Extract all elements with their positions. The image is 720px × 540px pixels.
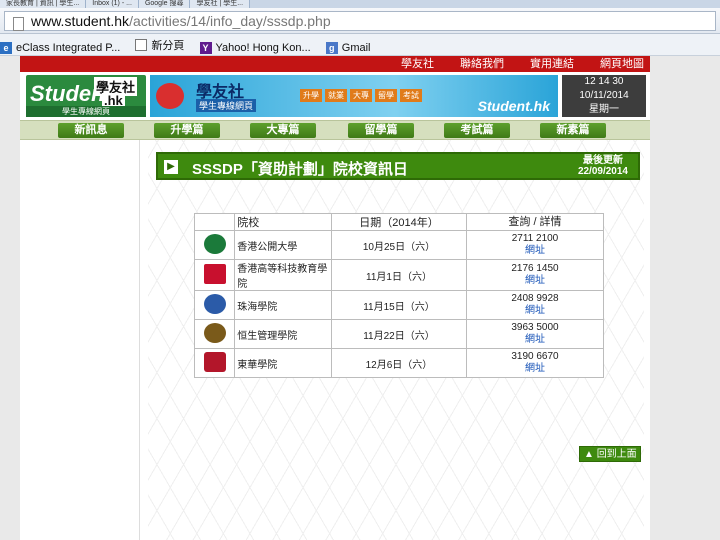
website-link[interactable]: 網址 xyxy=(467,334,603,346)
institution-name: 香港公開大學 xyxy=(234,230,332,260)
browser-tab[interactable]: 學友社 | 學生... xyxy=(190,0,251,8)
institution-name: 東華學院 xyxy=(234,348,332,378)
date-clock: 12 14 30 10/11/2014 星期一 xyxy=(562,75,646,117)
institution-name: 恒生管理學院 xyxy=(234,319,332,349)
website-link[interactable]: 網址 xyxy=(467,275,603,287)
arrow-right-icon: ▶ xyxy=(164,160,178,174)
info-day-date: 11月22日（六） xyxy=(330,319,467,349)
torch-icon xyxy=(156,83,184,109)
last-updated: 最後更新 22/09/2014 xyxy=(577,155,628,177)
browser-tab[interactable]: Google 搜尋 xyxy=(138,0,191,8)
banner-brand: Student.hk xyxy=(477,98,550,114)
column-header-institution: 院校 xyxy=(234,213,332,231)
page-icon xyxy=(135,39,148,51)
phone-number: 3190 6670 xyxy=(511,351,559,362)
info-day-date: 11月1日（六） xyxy=(330,259,467,291)
bookmark-new-tab[interactable]: 新分頁 xyxy=(135,34,184,56)
page-title: SSSDP「資助計劃」院校資訊日 xyxy=(192,161,408,178)
table-row: 珠海學院 11月15日（六） 2408 9928 網址 xyxy=(193,290,605,320)
browser-tab[interactable]: 家長教育 | 資訊 | 學生... xyxy=(0,0,87,8)
institution-logo xyxy=(203,351,226,372)
info-day-date: 10月25日（六） xyxy=(330,230,467,260)
table-row: 恒生管理學院 11月22日（六） 3963 5000 網址 xyxy=(193,319,605,349)
bookmarks-bar: e eClass Integrated P... 新分頁 Y Yahoo! Hong… xyxy=(0,34,720,56)
site-banner: Student 學友社 .hk 學生專線網頁 學友社 學生專線網頁 升學 就業 大專… xyxy=(20,72,650,120)
nav-further-study[interactable]: 升學篇 xyxy=(154,123,220,138)
url-path: /activities/14/info_day/sssdp.php xyxy=(129,13,331,29)
top-links-bar: 學友社 聯絡我們 實用連結 網頁地圖 xyxy=(20,56,650,72)
back-to-top-button[interactable]: ▲ 回到上面 xyxy=(579,446,641,462)
nav-study-abroad[interactable]: 留學篇 xyxy=(348,123,414,138)
main-nav: 新訊息 升學篇 大專篇 留學篇 考試篇 新素篇 xyxy=(20,120,650,140)
banner-steps: 升學 就業 大專 留學 考試 xyxy=(300,89,425,102)
info-day-date: 12月6日（六） xyxy=(330,348,467,378)
url-host: www.student.hk xyxy=(31,13,130,29)
info-day-date: 11月15日（六） xyxy=(330,290,467,320)
phone-number: 2711 2100 xyxy=(511,233,559,244)
logo-subtitle: 學生專線網頁 xyxy=(26,106,146,117)
nav-new[interactable]: 新素篇 xyxy=(540,123,606,138)
website-link[interactable]: 網址 xyxy=(467,305,603,317)
site-page: 學友社 聯絡我們 實用連結 網頁地圖 Student 學友社 .hk 學生專線網頁 學… xyxy=(20,56,650,540)
eclass-icon: e xyxy=(0,42,12,54)
institution-name: 珠海學院 xyxy=(234,290,332,320)
top-link[interactable]: 實用連結 xyxy=(530,58,574,70)
column-header-date: 日期（2014年） xyxy=(330,213,467,231)
phone-number: 2176 1450 xyxy=(511,263,559,274)
address-bar: www.student.hk/activities/14/info_day/ss… xyxy=(0,8,720,34)
nav-news[interactable]: 新訊息 xyxy=(58,123,124,138)
table-row: 東華學院 12月6日（六） 3190 6670 網址 xyxy=(193,348,605,378)
table-row: 香港公開大學 10月25日（六） 2711 2100 網址 xyxy=(193,230,605,260)
browser-tab[interactable]: Inbox (1) - ... xyxy=(86,0,139,8)
info-day-table: 院校 日期（2014年） 查詢 / 詳情 香港公開大學 10月25日（六） 27… xyxy=(193,213,605,378)
table-row: 香港高等科技教育學院 11月1日（六） 2176 1450 網址 xyxy=(193,259,605,291)
nav-tertiary[interactable]: 大專篇 xyxy=(250,123,316,138)
column-header-enquiry: 查詢 / 詳情 xyxy=(465,213,605,231)
sidebar xyxy=(20,140,140,540)
institution-logo xyxy=(203,263,226,284)
browser-tab-strip: 家長教育 | 資訊 | 學生... Inbox (1) - ... Google 搜… xyxy=(0,0,720,8)
main-content: ▶ SSSDP「資助計劃」院校資訊日 最後更新 22/09/2014 院校 日期… xyxy=(148,140,644,540)
page-gutter-left xyxy=(0,56,20,540)
institution-logo xyxy=(203,322,226,343)
site-logo[interactable]: Student 學友社 .hk 學生專線網頁 xyxy=(26,75,146,117)
page-icon xyxy=(13,17,24,31)
website-link[interactable]: 網址 xyxy=(467,363,603,375)
top-link[interactable]: 網頁地圖 xyxy=(600,58,644,70)
current-date: 10/11/2014 xyxy=(579,90,629,101)
website-link[interactable]: 網址 xyxy=(467,245,603,257)
banner-subtitle: 學生專線網頁 xyxy=(196,99,257,112)
institution-logo xyxy=(203,233,226,254)
yahoo-icon: Y xyxy=(199,42,212,54)
arrow-up-icon: ▲ xyxy=(584,449,597,460)
institution-logo xyxy=(203,293,226,314)
banner-advert[interactable]: 學友社 學生專線網頁 升學 就業 大專 留學 考試 Student.hk xyxy=(150,75,558,117)
phone-number: 3963 5000 xyxy=(511,322,559,333)
page-gutter-right xyxy=(650,56,720,540)
weekday: 星期一 xyxy=(589,104,619,115)
phone-number: 2408 9928 xyxy=(511,293,559,304)
clock-time: 12 14 30 xyxy=(584,76,624,87)
table-header-row: 院校 日期（2014年） 查詢 / 詳情 xyxy=(193,213,605,231)
google-icon: g xyxy=(325,42,338,54)
section-title-bar: ▶ SSSDP「資助計劃」院校資訊日 最後更新 22/09/2014 xyxy=(156,152,640,180)
nav-exams[interactable]: 考試篇 xyxy=(444,123,510,138)
url-input[interactable]: www.student.hk/activities/14/info_day/ss… xyxy=(4,11,716,31)
top-link[interactable]: 聯絡我們 xyxy=(460,58,504,70)
top-link[interactable]: 學友社 xyxy=(401,58,434,70)
institution-name: 香港高等科技教育學院 xyxy=(234,259,332,291)
